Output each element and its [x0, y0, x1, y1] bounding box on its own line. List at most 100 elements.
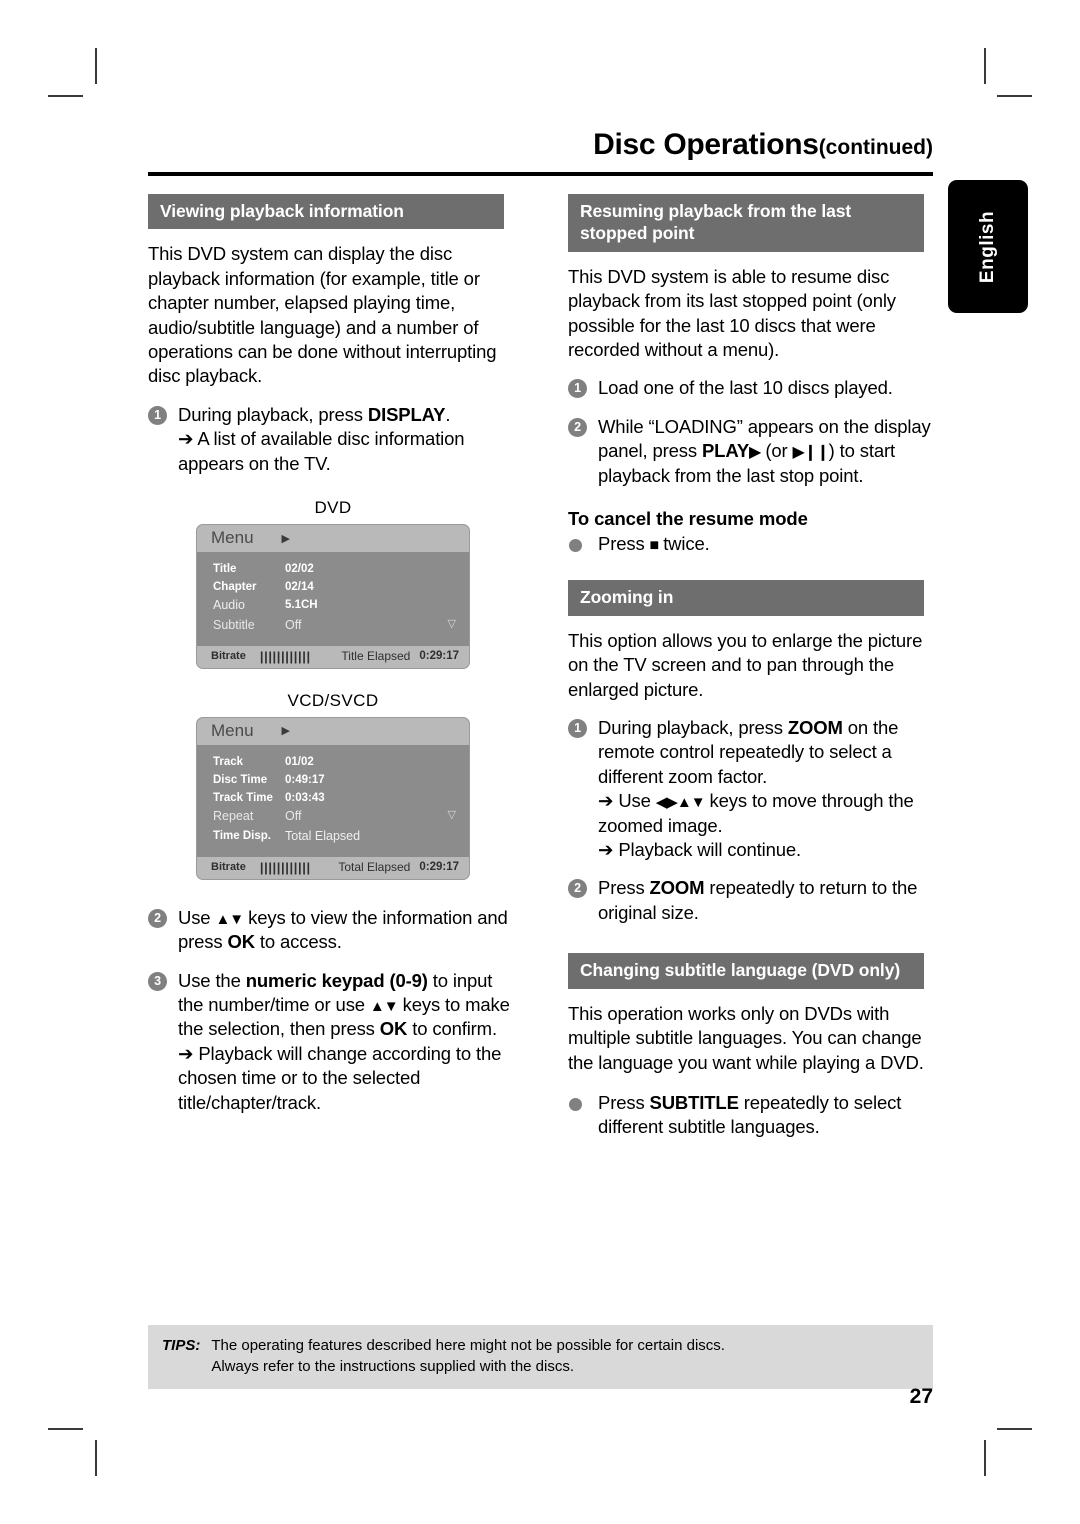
step-result-line-navigate: ➔ Use ◀▶▲▼ keys to move through the zoom… [598, 789, 938, 838]
osd-row-disc-time: Disc Time 0:49:17 [197, 771, 469, 789]
bitrate-label: Bitrate [211, 861, 246, 874]
subheading-cancel-resume-mode: To cancel the resume mode [568, 508, 808, 530]
crop-mark-bottom-right-horizontal [997, 1428, 1032, 1430]
osd-vcd-rows: Track 01/02 Disc Time 0:49:17 Track Time… [197, 745, 469, 857]
osd-row-label: Audio [213, 598, 245, 613]
osd-row-label: Title [213, 563, 237, 576]
key-numeric-keypad-label: numeric keypad (0-9) [245, 969, 428, 991]
osd-dvd-rows: Title 02/02 Chapter 02/14 Audio 5.1CH Su… [197, 552, 469, 646]
osd-row-value: Off [285, 618, 302, 633]
step-number-badge: 1 [568, 379, 587, 399]
step-number-badge: 2 [568, 417, 587, 437]
step-load-disc: 1 Load one of the last 10 discs played. [568, 376, 938, 400]
direction-keys-icon: ◀▶▲▼ [655, 794, 706, 812]
osd-vcd-panel: Menu ▶ Track 01/02 Disc Time 0:49:17 Tra… [196, 716, 470, 880]
osd-vcd-status-bar: Bitrate |||||||||||| Total Elapsed 0:29:… [197, 856, 469, 879]
tips-line-1: The operating features described here mi… [211, 1337, 725, 1354]
osd-row-label: Repeat [213, 809, 254, 824]
osd-vcd-menu-label: Menu [211, 720, 254, 740]
crop-mark-top-left-vertical [95, 48, 97, 84]
key-zoom-label: ZOOM [787, 717, 843, 739]
elapsed-value: 0:29:17 [419, 650, 459, 663]
elapsed-value: 0:29:17 [419, 861, 459, 874]
bullet-text-part-a: Press [598, 1091, 650, 1113]
section-header-zooming-in: Zooming in [568, 580, 924, 616]
play-triangle-icon: ▶ [281, 725, 290, 738]
step-text-part-a: Use [178, 906, 216, 928]
bullet-press-subtitle: Press SUBTITLE repeatedly to select diff… [568, 1091, 938, 1140]
section-header-changing-subtitle-language: Changing subtitle language (DVD only) [568, 953, 924, 989]
osd-row-track-time: Track Time 0:03:43 [197, 789, 469, 807]
crop-mark-top-right-vertical [984, 48, 986, 84]
arrow-text-a: ➔ Use [598, 790, 656, 812]
osd-row-value: Total Elapsed [285, 829, 361, 844]
osd-dvd-figure: DVD Menu ▶ Title 02/02 Chapter 02/14 Aud… [148, 498, 518, 669]
osd-row-track: Track 01/02 [197, 753, 469, 771]
right-column: Resuming playback from the last stopped … [568, 194, 938, 1140]
play-triangle-icon: ▶ [281, 532, 290, 545]
step-result-line-continue: ➔ Playback will continue. [598, 839, 802, 861]
bullet-dot-icon [569, 1097, 582, 1111]
bitrate-meter-icon: |||||||||||| [259, 648, 311, 664]
left-column: Viewing playback information This DVD sy… [148, 194, 518, 1115]
key-display-label: DISPLAY [367, 403, 446, 425]
osd-row-label: Disc Time [213, 774, 268, 787]
language-tab-label: English [977, 210, 998, 283]
bullet-dot-icon [569, 539, 582, 553]
viewing-playback-intro-text: This DVD system can display the disc pla… [148, 243, 497, 387]
step-number-badge: 2 [148, 908, 167, 928]
updown-keys-icon: ▲▼ [369, 998, 399, 1016]
bullet-press-stop-twice: Press ■ twice. [568, 532, 938, 556]
resuming-playback-intro-text: This DVD system is able to resume disc p… [568, 265, 896, 360]
updown-keys-icon: ▲▼ [215, 910, 244, 928]
play-triangle-icon: ▶ [749, 444, 761, 462]
stop-square-icon: ■ [649, 537, 660, 555]
key-subtitle-label: SUBTITLE [649, 1091, 739, 1113]
step-result-line: ➔ Playback will change according to the … [178, 1042, 502, 1113]
page-number: 27 [909, 1385, 933, 1408]
osd-row-value: 0:49:17 [285, 774, 325, 787]
key-zoom-label: ZOOM [649, 877, 705, 899]
chevron-down-icon: ▽ [447, 809, 456, 822]
bitrate-label: Bitrate [211, 650, 246, 663]
language-tab: English [948, 180, 1028, 313]
changing-subtitle-intro-text: This operation works only on DVDs with m… [568, 1002, 924, 1073]
osd-row-value: 5.1CH [285, 599, 318, 612]
bullet-text-part-a: Press [598, 533, 650, 555]
osd-vcd-caption: VCD/SVCD [287, 690, 379, 710]
osd-row-value: Off [285, 809, 302, 824]
tips-footer: TIPS: The operating features described h… [148, 1325, 933, 1389]
step-result-line: ➔ A list of available disc information a… [178, 428, 465, 474]
osd-dvd-menu-label: Menu [211, 528, 254, 548]
tips-body: The operating features described here mi… [211, 1335, 725, 1378]
step-text-part-a: During playback, press [598, 717, 788, 739]
section-header-resuming-playback: Resuming playback from the last stopped … [568, 194, 924, 252]
page-title-main: Disc Operations [593, 128, 819, 161]
osd-row-label: Time Disp. [213, 830, 271, 843]
step-number-badge: 1 [148, 405, 167, 425]
tips-inner: TIPS: The operating features described h… [148, 1335, 933, 1378]
step-text-part-c: to access. [254, 931, 342, 953]
step-text: Load one of the last 10 discs played. [598, 377, 893, 399]
elapsed-label: Total Elapsed [338, 860, 411, 875]
tips-label: TIPS: [162, 1337, 201, 1354]
osd-dvd-panel: Menu ▶ Title 02/02 Chapter 02/14 Audio 5… [196, 524, 470, 669]
step-text-part-d: to confirm. [407, 1018, 497, 1040]
step-number-badge: 1 [568, 719, 587, 739]
osd-vcd-menu-bar: Menu ▶ [197, 717, 469, 745]
osd-row-time-disp: Time Disp. Total Elapsed [197, 827, 469, 847]
key-play-label: PLAY [701, 440, 750, 462]
zooming-in-intro-text: This option allows you to enlarge the pi… [568, 629, 923, 700]
osd-row-chapter: Chapter 02/14 [197, 578, 469, 596]
step-display-press: 1 During playback, press DISPLAY. ➔ A li… [148, 403, 518, 476]
crop-mark-bottom-left-vertical [95, 1440, 97, 1476]
step-text-part-b: (or [760, 440, 793, 462]
osd-row-value: 01/02 [285, 755, 314, 768]
osd-row-label: Track Time [213, 792, 273, 805]
step-zoom-return-original: 2 Press ZOOM repeatedly to return to the… [568, 876, 938, 925]
crop-mark-top-left-horizontal [48, 95, 83, 97]
bitrate-meter-icon: |||||||||||| [259, 859, 311, 875]
step-text-part-a: During playback, press [178, 403, 368, 425]
step-press-zoom: 1 During playback, press ZOOM on the rem… [568, 716, 938, 862]
crop-mark-bottom-right-vertical [984, 1440, 986, 1476]
